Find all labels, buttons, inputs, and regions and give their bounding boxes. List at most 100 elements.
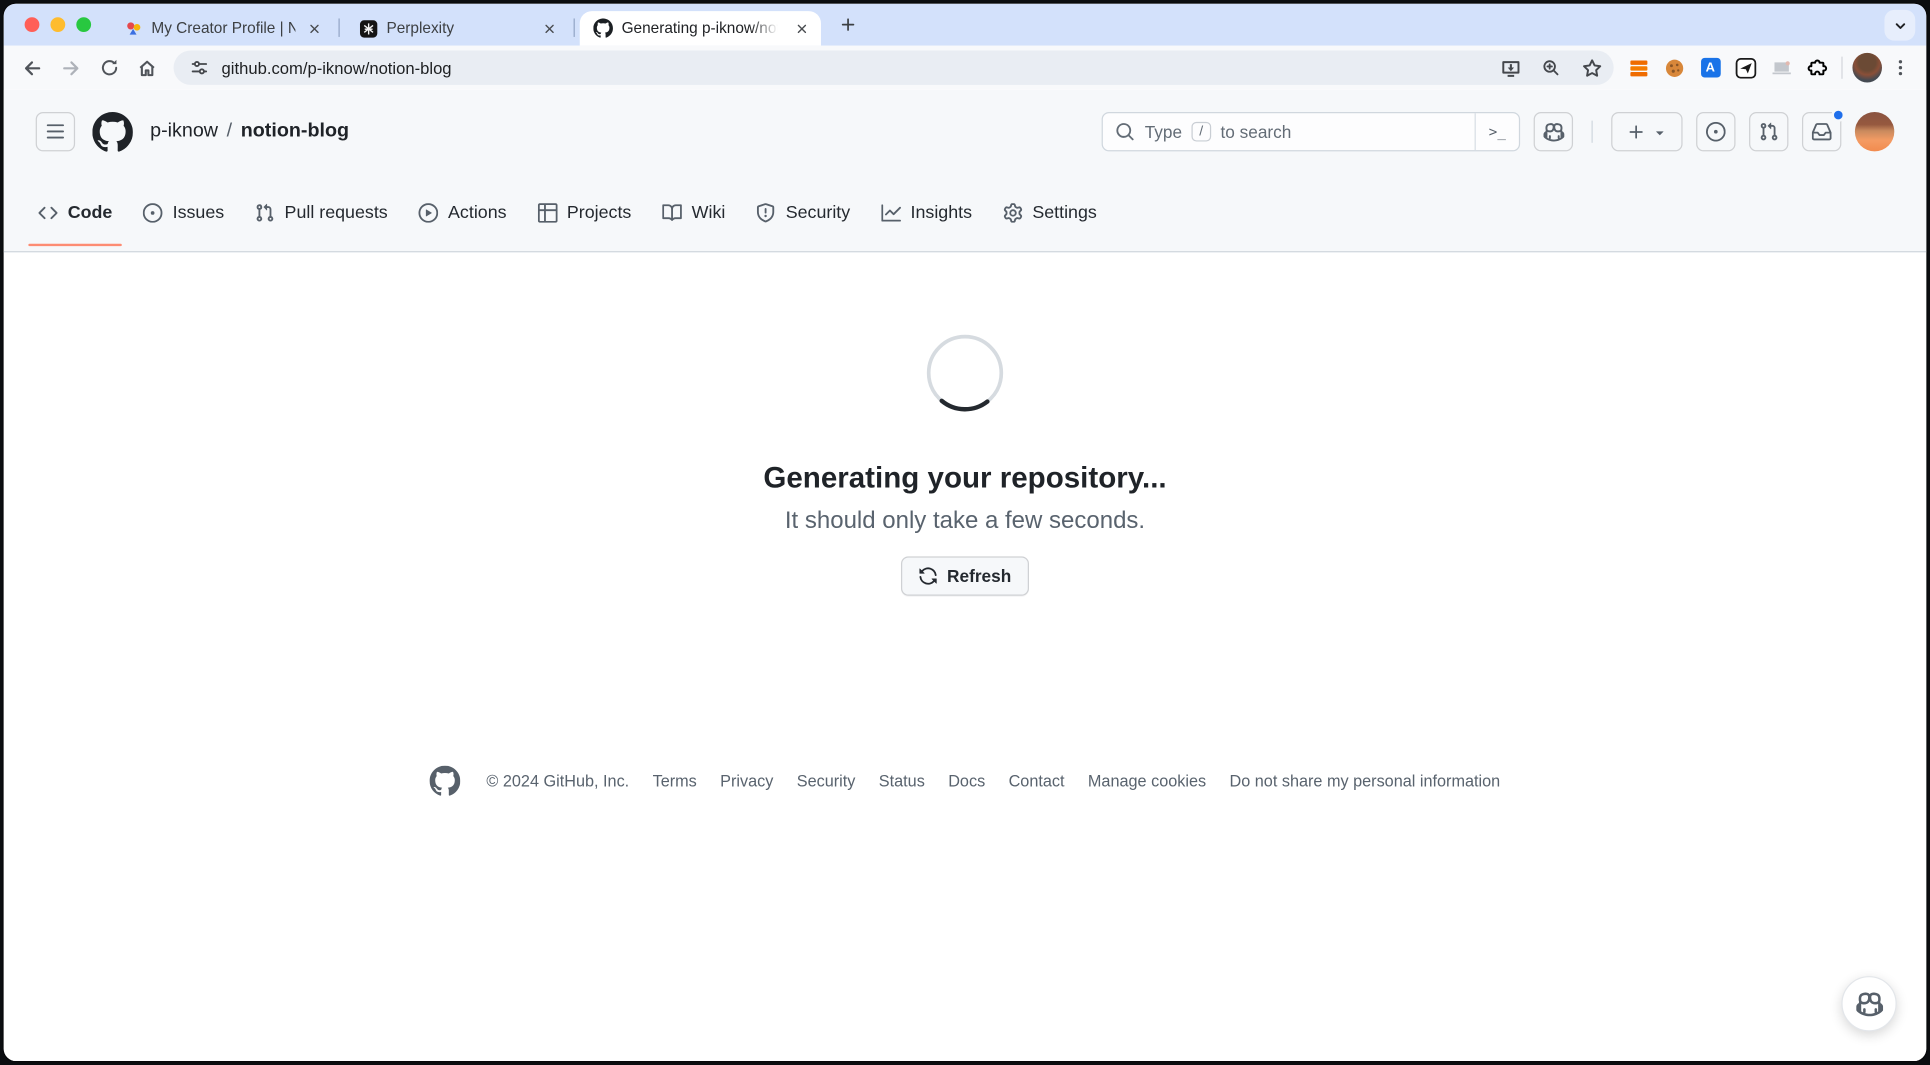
extensions-puzzle-icon[interactable] xyxy=(1801,51,1834,84)
tab-projects[interactable]: Projects xyxy=(528,174,642,252)
search-placeholder-prefix: Type xyxy=(1145,122,1182,142)
browser-window-scaler: My Creator Profile | Notion Perplexity G… xyxy=(0,0,1930,1065)
tab-search-button[interactable] xyxy=(1884,10,1915,41)
search-icon xyxy=(1115,122,1135,142)
copilot-icon xyxy=(1856,990,1883,1017)
footer-link-manage-cookies[interactable]: Manage cookies xyxy=(1088,772,1206,790)
git-pull-request-icon xyxy=(255,202,275,222)
play-icon xyxy=(418,202,438,222)
notification-dot xyxy=(1832,108,1846,122)
graph-icon xyxy=(881,202,901,222)
close-tab-icon[interactable] xyxy=(304,18,325,39)
github-logo[interactable] xyxy=(92,111,133,152)
home-icon[interactable] xyxy=(129,50,165,86)
table-icon xyxy=(537,202,557,222)
repo-nav: Code Issues Pull requests Actions Projec… xyxy=(4,174,1927,253)
github-favicon-icon xyxy=(593,18,613,38)
back-icon[interactable] xyxy=(15,50,51,86)
url-text: github.com/p-iknow/notion-blog xyxy=(222,58,1485,76)
address-bar[interactable]: github.com/p-iknow/notion-blog xyxy=(174,50,1614,84)
search-placeholder-suffix: to search xyxy=(1220,122,1291,142)
extension-laptop-icon[interactable] xyxy=(1765,51,1798,84)
footer-link-contact[interactable]: Contact xyxy=(1009,772,1065,790)
issue-opened-icon xyxy=(143,202,163,222)
global-nav-menu-button[interactable] xyxy=(36,112,75,151)
command-palette-button[interactable]: >_ xyxy=(1475,113,1519,150)
inbox-button[interactable] xyxy=(1802,112,1841,151)
breadcrumb-repo-link[interactable]: notion-blog xyxy=(241,121,349,143)
create-new-button[interactable] xyxy=(1611,112,1682,151)
tab-insights[interactable]: Insights xyxy=(871,174,982,252)
browser-menu-icon[interactable] xyxy=(1886,50,1916,86)
copilot-floating-button[interactable] xyxy=(1841,976,1896,1031)
pull-requests-button[interactable] xyxy=(1749,112,1788,151)
footer-link-status[interactable]: Status xyxy=(879,772,925,790)
copilot-button[interactable] xyxy=(1534,112,1573,151)
tab-notion[interactable]: My Creator Profile | Notion xyxy=(110,11,334,45)
extension-send-icon[interactable] xyxy=(1729,51,1762,84)
header-actions: Type / to search >_ xyxy=(1102,112,1895,151)
tab-perplexity[interactable]: Perplexity xyxy=(345,11,569,45)
extension-orange-list-icon[interactable] xyxy=(1622,51,1655,84)
sync-icon xyxy=(919,566,939,586)
perplexity-favicon-icon xyxy=(358,18,378,38)
user-avatar[interactable] xyxy=(1855,112,1894,151)
header-separator xyxy=(1592,121,1593,143)
tab-title: My Creator Profile | Notion xyxy=(151,20,295,37)
tab-separator xyxy=(338,18,339,36)
breadcrumb-owner-link[interactable]: p-iknow xyxy=(150,121,218,143)
tab-title: Perplexity xyxy=(386,20,530,37)
toolbar-separator xyxy=(1841,57,1842,79)
page-subtitle: It should only take a few seconds. xyxy=(785,507,1145,535)
issues-button[interactable] xyxy=(1696,112,1735,151)
install-app-icon[interactable] xyxy=(1495,53,1525,83)
site-settings-icon[interactable] xyxy=(188,53,210,83)
tab-github-active[interactable]: Generating p-iknow/notion-bl xyxy=(580,11,821,45)
gear-icon xyxy=(1003,202,1023,222)
refresh-button[interactable]: Refresh xyxy=(902,556,1029,595)
tab-settings[interactable]: Settings xyxy=(993,174,1107,252)
page-title: Generating your repository... xyxy=(763,462,1166,496)
footer-github-logo[interactable] xyxy=(430,766,461,797)
caret-down-icon xyxy=(1651,124,1667,140)
github-header: p-iknow / notion-blog Type / to search >… xyxy=(4,90,1927,174)
search-input[interactable]: Type / to search >_ xyxy=(1102,112,1520,151)
close-window-button[interactable] xyxy=(25,17,40,32)
zoom-level-icon[interactable] xyxy=(1536,53,1566,83)
browser-window: My Creator Profile | Notion Perplexity G… xyxy=(4,4,1927,1061)
book-icon xyxy=(662,202,682,222)
tab-code[interactable]: Code xyxy=(28,174,122,252)
window-controls xyxy=(25,17,91,32)
maximize-window-button[interactable] xyxy=(76,17,91,32)
breadcrumb-separator: / xyxy=(227,121,232,143)
bookmark-star-icon[interactable] xyxy=(1577,53,1607,83)
tab-wiki[interactable]: Wiki xyxy=(652,174,735,252)
reload-icon[interactable] xyxy=(91,50,127,86)
close-tab-icon[interactable] xyxy=(539,18,560,39)
shield-icon xyxy=(756,202,776,222)
forward-icon[interactable] xyxy=(53,50,89,86)
extension-cookie-icon[interactable] xyxy=(1658,51,1691,84)
footer-link-docs[interactable]: Docs xyxy=(948,772,985,790)
tab-security[interactable]: Security xyxy=(746,174,860,252)
minimize-window-button[interactable] xyxy=(50,17,65,32)
notion-favicon-icon xyxy=(123,18,143,38)
tab-separator xyxy=(574,18,575,36)
footer-link-security[interactable]: Security xyxy=(797,772,856,790)
github-page: p-iknow / notion-blog Type / to search >… xyxy=(4,90,1927,1061)
extension-translate-icon[interactable]: A xyxy=(1694,51,1727,84)
close-tab-icon[interactable] xyxy=(791,18,812,39)
blankslate: Generating your repository... It should … xyxy=(4,252,1927,595)
new-tab-button[interactable] xyxy=(832,9,864,41)
tab-pull-requests[interactable]: Pull requests xyxy=(245,174,397,252)
github-footer: © 2024 GitHub, Inc. Terms Privacy Securi… xyxy=(4,766,1927,797)
browser-toolbar: github.com/p-iknow/notion-blog A xyxy=(4,46,1927,90)
breadcrumb: p-iknow / notion-blog xyxy=(150,121,349,143)
code-icon xyxy=(38,202,58,222)
footer-link-do-not-share[interactable]: Do not share my personal information xyxy=(1230,772,1501,790)
tab-actions[interactable]: Actions xyxy=(409,174,517,252)
footer-link-privacy[interactable]: Privacy xyxy=(720,772,773,790)
tab-issues[interactable]: Issues xyxy=(133,174,234,252)
footer-link-terms[interactable]: Terms xyxy=(653,772,697,790)
browser-profile-avatar[interactable] xyxy=(1850,51,1883,84)
